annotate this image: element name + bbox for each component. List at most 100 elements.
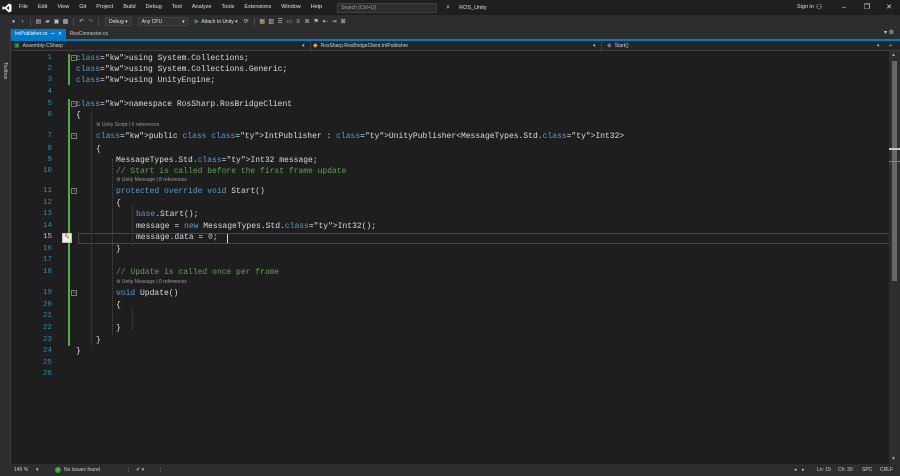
code-line[interactable]: 20 { [11, 300, 889, 311]
split-editor-icon[interactable]: + [889, 41, 892, 51]
project-dropdown[interactable]: ▣ Assembly-CSharp [14, 41, 63, 51]
brush-icon[interactable]: ✐ ▾ [136, 464, 144, 476]
code-line[interactable]: 22} [11, 323, 889, 334]
chevron-down-icon[interactable]: ▾ [593, 41, 596, 51]
navigate-back-icon[interactable]: ● [9, 19, 18, 25]
clear-bookmarks-icon[interactable]: ⊠ [339, 18, 348, 25]
code-line[interactable]: 2 class="kw">using System.Collections.Gen… [11, 64, 889, 75]
line-ending[interactable]: CRLF [880, 464, 893, 476]
menu-item-tools[interactable]: Tools [216, 0, 239, 15]
tab-intpublisher[interactable]: IntPublisher.cs ⊸ ✕ [11, 29, 66, 39]
member-dropdown[interactable]: ◈ Start() [607, 41, 629, 51]
code-line[interactable]: 1− class="kw">using System.Collections; [11, 53, 889, 64]
code-line[interactable]: 18 // Update is called once per frame [11, 267, 889, 278]
code-line[interactable]: 5− class="kw">namespace RosSharp.RosBridg… [11, 99, 889, 110]
platform-select[interactable]: Any CPU ▾ [137, 17, 188, 26]
attach-to-unity-button[interactable]: ▶ Attach to Unity ▾ [195, 18, 238, 26]
tab-list-dropdown-icon[interactable]: ▾ ⚙ [884, 29, 894, 36]
menu-item-analyze[interactable]: Analyze [187, 0, 217, 15]
codelens-references[interactable]: ⚙ Unity Script | 0 references [96, 122, 159, 129]
navigate-forward-icon[interactable]: › [18, 19, 27, 25]
menu-item-help[interactable]: Help [306, 0, 327, 15]
next-bookmark-icon[interactable]: ⇥ [330, 18, 339, 25]
comment-icon[interactable]: ≡ [294, 19, 303, 25]
menu-item-view[interactable]: View [52, 0, 74, 15]
solution-explorer-icon[interactable]: ▥ [267, 18, 276, 25]
configuration-select[interactable]: Debug ▾ [105, 17, 132, 26]
code-line[interactable]: 12 { [11, 198, 889, 209]
chevron-down-icon[interactable]: ▾ [36, 464, 39, 476]
code-line[interactable]: 6{ [11, 110, 889, 121]
code-line[interactable]: 11 − protected override void Start() [11, 186, 889, 197]
code-line[interactable]: 21 [11, 311, 889, 322]
chevron-down-icon[interactable]: ▾ [302, 41, 305, 51]
code-line[interactable]: 14 message = new MessageTypes.Std.class="… [11, 221, 889, 232]
account-icon[interactable]: ⚇ [816, 0, 822, 15]
maximize-button[interactable]: ❐ [856, 0, 878, 15]
save-icon[interactable]: ▣ [52, 18, 61, 25]
collapse-icon[interactable]: − [71, 290, 77, 296]
vertical-scrollbar[interactable]: ▲ ▼ [889, 51, 900, 464]
uncomment-icon[interactable]: ≣ [303, 18, 312, 25]
menu-item-debug[interactable]: Debug [141, 0, 167, 15]
menu-item-build[interactable]: Build [118, 0, 140, 15]
zoom-level[interactable]: 145 % [14, 464, 28, 476]
codelens-references[interactable]: ⚙ Unity Message | 0 references [116, 279, 187, 286]
column-number[interactable]: Ch: 30 [838, 464, 853, 476]
pin-icon[interactable]: ⊸ [51, 29, 55, 39]
menu-item-edit[interactable]: Edit [33, 0, 52, 15]
type-dropdown[interactable]: ◆ RosSharp.RosBridgeClient.IntPublisher [313, 41, 408, 51]
menu-item-git[interactable]: Git [74, 0, 91, 15]
toolbox-icon[interactable]: ▦ [258, 18, 267, 25]
code-line[interactable]: 9 MessageTypes.Std.class="ty">Int32 messa… [11, 155, 889, 166]
menu-item-window[interactable]: Window [276, 0, 306, 15]
scroll-left-icon[interactable]: ◂ [794, 464, 797, 476]
properties-icon[interactable]: ☰ [276, 18, 285, 25]
undo-icon[interactable]: ↶ [77, 18, 86, 25]
code-line[interactable]: 26 [11, 369, 889, 380]
code-editor[interactable]: 1− class="kw">using System.Collections; 2 c… [11, 51, 897, 464]
scroll-right-icon[interactable]: ▸ [802, 464, 805, 476]
code-line[interactable]: 17 [11, 255, 889, 266]
code-line[interactable]: 13 base.Start(); [11, 209, 889, 220]
code-line[interactable]: 4 [11, 87, 889, 98]
code-line[interactable]: 8{ [11, 144, 889, 155]
search-input[interactable]: Search (Ctrl+Q) ⌕ [337, 2, 450, 13]
close-button[interactable]: ✕ [878, 0, 900, 15]
codelens-references[interactable]: ⚙ Unity Message | 8 references [116, 177, 187, 184]
menu-item-project[interactable]: Project [91, 0, 118, 15]
scroll-up-icon[interactable]: ▲ [891, 52, 896, 58]
menu-item-test[interactable]: Test [167, 0, 187, 15]
collapse-icon[interactable]: − [71, 133, 77, 139]
code-line[interactable]: 3 class="kw">using UnityEngine; [11, 75, 889, 86]
code-line[interactable]: 23} [11, 335, 889, 346]
line-number[interactable]: Ln: 15 [817, 464, 831, 476]
close-icon[interactable]: ✕ [58, 29, 62, 39]
redo-icon[interactable]: ↷ [86, 18, 95, 25]
sign-in-link[interactable]: Sign in [797, 0, 814, 15]
layout-icon[interactable]: ▭ [285, 18, 294, 25]
scroll-down-icon[interactable]: ▼ [891, 456, 896, 462]
code-line[interactable]: 19 − void Update() [11, 288, 889, 299]
menu-item-extensions[interactable]: Extensions [239, 0, 276, 15]
code-line[interactable]: 25 [11, 358, 889, 369]
menu-item-file[interactable]: File [14, 0, 33, 15]
visual-studio-logo-icon[interactable] [0, 0, 14, 15]
toolbox-tab[interactable]: Toolbox [2, 62, 8, 79]
code-line[interactable]: 16} [11, 244, 889, 255]
save-all-icon[interactable]: ▩ [61, 18, 70, 25]
tab-rosconnector[interactable]: RosConnector.cs [66, 29, 112, 39]
minimize-button[interactable]: – [833, 0, 855, 15]
new-item-icon[interactable]: ▤ [34, 18, 43, 25]
issues-status[interactable]: No issues found [64, 464, 100, 476]
scrollbar-thumb[interactable] [892, 61, 897, 281]
code-line[interactable]: 7 − class="kw">public class class="ty">Int… [11, 131, 889, 142]
code-line[interactable]: 24} [11, 346, 889, 357]
whitespace-mode[interactable]: SPC [862, 464, 872, 476]
hot-reload-icon[interactable]: ⟳ [242, 18, 251, 25]
collapse-icon[interactable]: − [71, 188, 77, 194]
chevron-down-icon[interactable]: ▾ [877, 41, 880, 51]
quick-actions-lightbulb-icon[interactable]: ✎ [62, 233, 72, 243]
prev-bookmark-icon[interactable]: ⇤ [321, 18, 330, 25]
open-folder-icon[interactable]: ▰ [43, 18, 52, 25]
